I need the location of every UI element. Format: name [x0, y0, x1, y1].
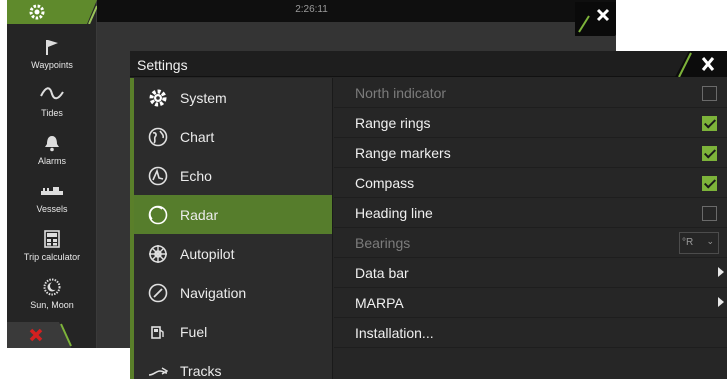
sonar-icon — [134, 164, 176, 188]
home-button[interactable] — [7, 0, 97, 24]
tool-label: Vessels — [36, 204, 68, 214]
bearings-value: °R — [682, 237, 694, 248]
option-heading-line[interactable]: Heading line — [334, 198, 727, 228]
menu-item-fuel[interactable]: Fuel — [134, 312, 333, 351]
chevron-right-icon — [718, 297, 724, 307]
option-range-rings[interactable]: Range rings — [334, 108, 727, 138]
menu-item-label: Tracks — [180, 362, 222, 379]
tool-label: Sun, Moon — [30, 300, 74, 310]
tool-label: Alarms — [37, 156, 66, 166]
option-label: Compass — [355, 175, 415, 191]
menu-item-label: Chart — [180, 128, 215, 145]
north-indicator-checkbox — [702, 86, 717, 101]
menu-item-label: Radar — [180, 206, 219, 223]
panel-close-button[interactable] — [7, 322, 97, 348]
menu-item-autopilot[interactable]: Autopilot — [134, 234, 333, 273]
option-north-indicator: North indicator — [334, 78, 727, 108]
menu-item-system[interactable]: System — [134, 78, 333, 117]
option-label: Installation... — [355, 325, 434, 341]
settings-menu: System Chart Echo Radar Autopilot Naviga… — [130, 78, 333, 379]
option-label: North indicator — [355, 85, 447, 101]
option-data-bar[interactable]: Data bar — [334, 258, 727, 288]
sun-moon-icon — [7, 278, 97, 298]
vessel-icon — [7, 182, 97, 202]
settings-title: Settings — [137, 57, 188, 73]
tools-panel: Waypoints Tides Alarms Vessels Trip calc… — [7, 0, 97, 348]
menu-item-label: Navigation — [180, 284, 247, 301]
calculator-icon — [7, 230, 97, 250]
radar-icon — [134, 203, 176, 227]
globe-icon — [134, 125, 176, 149]
flag-icon — [7, 38, 97, 58]
option-label: Range markers — [355, 145, 451, 161]
tool-label: Waypoints — [31, 60, 73, 70]
compass-checkbox[interactable] — [702, 176, 717, 191]
tool-sun-moon[interactable]: Sun, Moon — [7, 278, 97, 310]
option-label: MARPA — [355, 295, 404, 311]
option-bearings: Bearings °R ⌄ — [334, 228, 727, 258]
tool-label: Tides — [41, 108, 63, 118]
heading-line-checkbox[interactable] — [702, 206, 717, 221]
status-bar: ⊕ 2:26:11 — [7, 0, 616, 22]
menu-item-label: Autopilot — [180, 245, 235, 262]
tracks-icon — [134, 359, 176, 379]
clock: 2:26:11 — [295, 4, 328, 15]
settings-title-bar: Settings — [130, 51, 727, 77]
dropdown-arrow-icon: ⌄ — [706, 236, 714, 246]
option-label: Data bar — [355, 265, 409, 281]
menu-item-tracks[interactable]: Tracks — [134, 351, 333, 379]
bearings-select: °R ⌄ — [679, 232, 719, 254]
range-markers-checkbox[interactable] — [702, 146, 717, 161]
option-compass[interactable]: Compass — [334, 168, 727, 198]
menu-item-echo[interactable]: Echo — [134, 156, 333, 195]
option-installation[interactable]: Installation... — [334, 318, 727, 348]
compass-icon — [134, 281, 176, 305]
settings-dialog: Settings System Chart Echo Radar Autopil… — [130, 51, 727, 379]
menu-item-navigation[interactable]: Navigation — [134, 273, 333, 312]
tool-tides[interactable]: Tides — [7, 86, 97, 118]
background-close-button[interactable] — [575, 2, 616, 36]
chevron-right-icon — [718, 267, 724, 277]
tool-label: Trip calculator — [23, 252, 81, 262]
gear-icon — [134, 86, 176, 110]
option-label: Range rings — [355, 115, 431, 131]
menu-item-label: Echo — [180, 167, 212, 184]
menu-item-radar[interactable]: Radar — [134, 195, 333, 234]
bell-icon — [7, 134, 97, 154]
menu-item-label: Fuel — [180, 323, 208, 340]
option-marpa[interactable]: MARPA — [334, 288, 727, 318]
helm-icon — [134, 242, 176, 266]
menu-item-label: System — [180, 89, 227, 106]
radar-options-list: North indicator Range rings Range marker… — [334, 78, 727, 379]
tool-trip-calculator[interactable]: Trip calculator — [7, 230, 97, 262]
tool-alarms[interactable]: Alarms — [7, 134, 97, 166]
option-label: Bearings — [355, 235, 411, 251]
tool-vessels[interactable]: Vessels — [7, 182, 97, 214]
option-label: Heading line — [355, 205, 433, 221]
range-rings-checkbox[interactable] — [702, 116, 717, 131]
option-range-markers[interactable]: Range markers — [334, 138, 727, 168]
menu-item-chart[interactable]: Chart — [134, 117, 333, 156]
tool-waypoints[interactable]: Waypoints — [7, 38, 97, 70]
wave-icon — [7, 86, 97, 106]
fuel-pump-icon — [134, 320, 176, 344]
settings-close-button[interactable] — [675, 51, 727, 77]
